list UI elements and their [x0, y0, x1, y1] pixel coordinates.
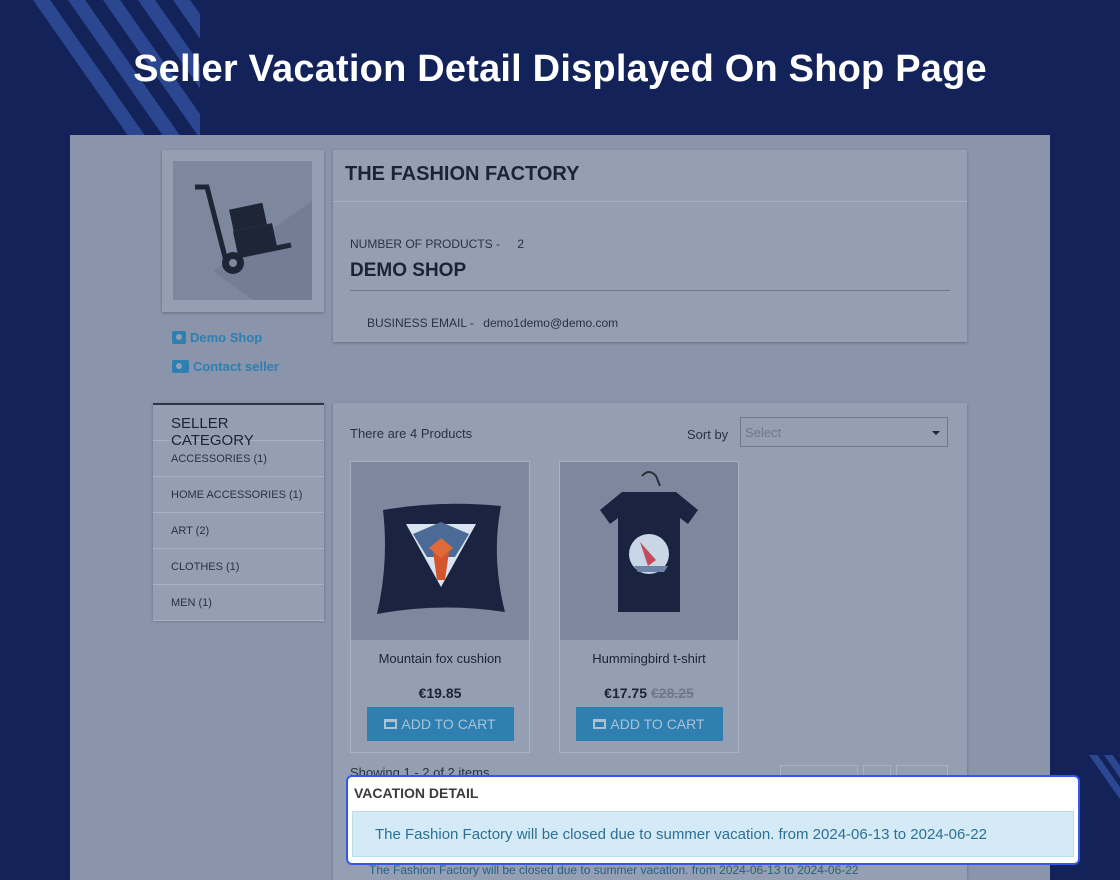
- shop-name: THE FASHION FACTORY: [333, 150, 967, 202]
- contact-card-icon: [172, 330, 186, 344]
- shop-links: Demo Shop Contact seller: [172, 329, 279, 387]
- shop-title: DEMO SHOP: [350, 260, 950, 291]
- shop-logo-card: [162, 150, 324, 312]
- category-item[interactable]: ART (2): [153, 513, 324, 549]
- seller-category-panel: SELLER CATEGORY ACCESSORIES (1) HOME ACC…: [153, 403, 324, 621]
- number-of-products: NUMBER OF PRODUCTS - 2: [350, 237, 525, 251]
- vacation-message: The Fashion Factory will be closed due t…: [352, 811, 1074, 857]
- seller-category-heading: SELLER CATEGORY: [153, 405, 324, 449]
- cart-icon: [593, 719, 607, 729]
- product-name[interactable]: Mountain fox cushion: [351, 651, 529, 666]
- product-price: €19.85: [418, 685, 462, 701]
- sort-label: Sort by: [687, 427, 729, 442]
- product-price: €17.75 €28.25: [604, 685, 694, 701]
- tshirt-image[interactable]: [560, 462, 738, 640]
- hand-truck-icon: [173, 161, 312, 300]
- category-item[interactable]: HOME ACCESSORIES (1): [153, 477, 324, 513]
- vacation-message-background: The Fashion Factory will be closed due t…: [369, 863, 859, 877]
- vacation-detail-title: VACATION DETAIL: [354, 785, 479, 801]
- cushion-image[interactable]: [351, 462, 529, 640]
- category-item[interactable]: CLOTHES (1): [153, 549, 324, 585]
- product-card[interactable]: Mountain fox cushion €19.85 ADD TO CART: [350, 461, 530, 753]
- cart-icon: [384, 719, 398, 729]
- banner-title: Seller Vacation Detail Displayed On Shop…: [133, 48, 987, 90]
- caret-down-icon: [932, 431, 940, 435]
- demo-shop-link[interactable]: Demo Shop: [172, 329, 279, 345]
- product-name[interactable]: Hummingbird t-shirt: [560, 651, 738, 666]
- id-card-icon: [172, 359, 189, 373]
- contact-seller-link[interactable]: Contact seller: [172, 358, 279, 374]
- vacation-detail-popup: VACATION DETAIL The Fashion Factory will…: [346, 775, 1080, 865]
- shop-info-card: THE FASHION FACTORY NUMBER OF PRODUCTS -…: [333, 150, 967, 342]
- sort-select[interactable]: Select: [740, 417, 948, 447]
- add-to-cart-button[interactable]: ADD TO CART: [575, 707, 723, 741]
- business-email: BUSINESS EMAIL - demo1demo@demo.com: [367, 316, 619, 330]
- product-card[interactable]: Hummingbird t-shirt €17.75 €28.25 ADD TO …: [559, 461, 739, 753]
- category-item[interactable]: MEN (1): [153, 585, 324, 621]
- shop-page-screenshot: Demo Shop Contact seller THE FASHION FAC…: [70, 135, 1050, 880]
- add-to-cart-button[interactable]: ADD TO CART: [366, 707, 514, 741]
- products-count: There are 4 Products: [350, 426, 473, 441]
